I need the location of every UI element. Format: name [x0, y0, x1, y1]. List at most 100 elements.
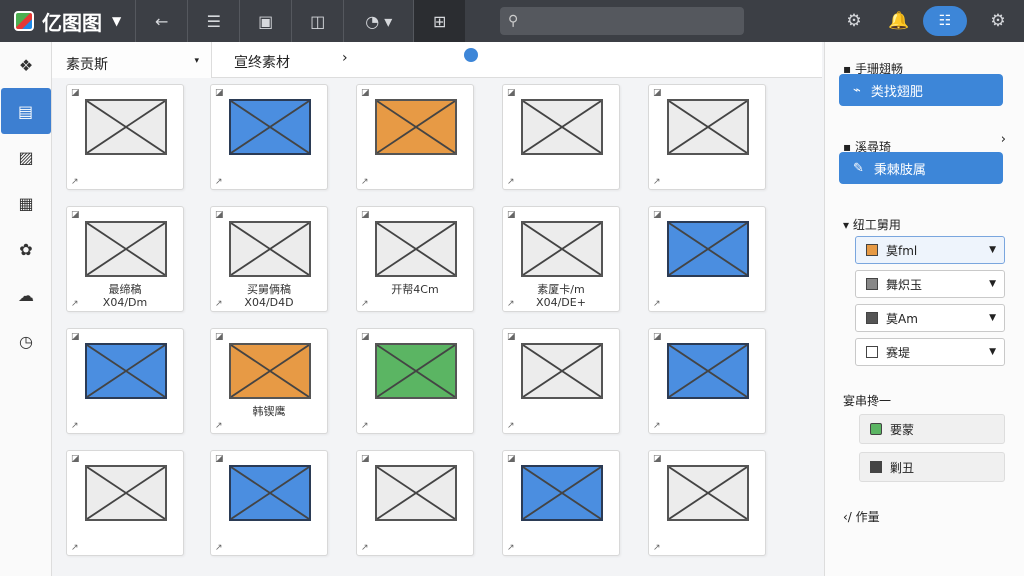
info-icon[interactable] — [464, 48, 478, 62]
template-card[interactable]: ◪ 买舅俩稿 X04/D4D ↗ — [210, 206, 328, 312]
open-icon: ↗ — [215, 299, 223, 309]
open-icon: ↗ — [361, 299, 369, 309]
bookmark-icon: ◪ — [71, 210, 80, 220]
app-title: 亿图图 — [42, 10, 102, 35]
search-input[interactable] — [524, 13, 725, 29]
open-icon: ↗ — [653, 543, 661, 553]
page-button[interactable]: ▣ — [239, 0, 291, 42]
wireframe-placeholder-icon — [85, 343, 167, 399]
wireframe-placeholder-icon — [667, 465, 749, 521]
gear-icon[interactable]: ⚙ — [841, 8, 867, 34]
bookmark-icon: ◪ — [653, 210, 662, 220]
open-icon: ↗ — [507, 299, 515, 309]
open-icon: ↗ — [653, 421, 661, 431]
object-1-label: 要蒙 — [890, 422, 915, 437]
style-dropdown-2[interactable]: 舞炽玉 ▼ — [855, 270, 1005, 298]
sidebar-item-comments[interactable]: ☁ — [0, 272, 52, 318]
template-grid: ◪ ↗ ◪ ↗ ◪ ↗ ◪ ↗ ◪ ↗ ◪ 最缔稿 X04/Dm ↗ ◪ 买舅俩稿 X04/D4D ↗ ◪ 开帮4Cm… — [60, 78, 825, 576]
open-icon: ↗ — [71, 543, 79, 553]
template-card[interactable]: ◪ ↗ — [66, 450, 184, 556]
template-card[interactable]: ◪ ↗ — [356, 328, 474, 434]
template-card[interactable]: ◪ ↗ — [648, 450, 766, 556]
sidebar-item-history[interactable]: ◷ — [0, 318, 52, 364]
chevron-right-icon[interactable]: › — [342, 50, 348, 66]
sidebar-item-library[interactable]: ▤ — [0, 88, 51, 134]
arrow-left-icon: ← — [155, 11, 169, 31]
template-card[interactable]: ◪ ↗ — [648, 328, 766, 434]
wireframe-placeholder-icon — [375, 343, 457, 399]
template-card[interactable]: ◪ ↗ — [356, 84, 474, 190]
dropdown-3-value: 莫Am — [886, 311, 918, 326]
section-4-label: 宴串搀一 — [843, 394, 892, 408]
back-button[interactable]: ← — [135, 0, 187, 42]
bookmark-icon: ◪ — [71, 454, 80, 464]
edit-button[interactable]: ✎ 秉棘肢属 — [839, 152, 1003, 184]
caret-down-icon: ▼ — [989, 313, 996, 323]
template-card[interactable]: ◪ ↗ — [502, 450, 620, 556]
template-card[interactable]: ◪ 开帮4Cm ↗ — [356, 206, 474, 312]
chart-icon: ▦ — [18, 193, 34, 213]
template-card[interactable]: ◪ ↗ — [66, 84, 184, 190]
template-card[interactable]: ◪ 最缔稿 X04/Dm ↗ — [66, 206, 184, 312]
sidebar-item-charts[interactable]: ▦ — [0, 180, 52, 226]
chevron-down-icon[interactable]: ▾ — [194, 56, 199, 66]
settings-icon[interactable]: ⚙ — [985, 8, 1011, 34]
library-icon: ▤ — [17, 101, 34, 121]
bookmark-icon: ◪ — [71, 88, 80, 98]
swatch-icon — [866, 244, 878, 256]
wireframe-placeholder-icon — [667, 99, 749, 155]
right-panel: ▪ 手珊翅畅 ⌁ 类找翅肥 ▪ 溪尋琦 › ✎ 秉棘肢属 ▾ 纽工舅用 莫fml ▼ … — [824, 42, 1024, 576]
style-dropdown-1[interactable]: 莫fml ▼ — [855, 236, 1005, 264]
object-item-2[interactable]: 剿丑 — [859, 452, 1005, 482]
find-button[interactable]: ⌁ 类找翅肥 — [839, 74, 1003, 106]
bookmark-icon: ◪ — [215, 210, 224, 220]
search-box[interactable]: ⚲ — [500, 7, 744, 35]
template-card[interactable]: ◪ ↗ — [648, 206, 766, 312]
sidebar-item-shapes[interactable]: ❖ — [0, 42, 52, 88]
bookmark-icon: ◪ — [507, 88, 516, 98]
template-card[interactable]: ◪ ↗ — [66, 328, 184, 434]
template-card[interactable]: ◪ ↗ — [210, 84, 328, 190]
style-dropdown-4[interactable]: 赛堤 ▼ — [855, 338, 1005, 366]
style-dropdown-3[interactable]: 莫Am ▼ — [855, 304, 1005, 332]
wireframe-placeholder-icon — [229, 465, 311, 521]
template-card[interactable]: ◪ ↗ — [210, 450, 328, 556]
sidebar-item-palette[interactable]: ✿ — [0, 226, 52, 272]
image-icon: ▨ — [18, 147, 34, 167]
chevron-right-icon[interactable]: › — [1001, 132, 1006, 147]
caret-down-icon: ▼ — [989, 245, 996, 255]
page-icon: ▣ — [258, 11, 274, 31]
template-card[interactable]: ◪ ↗ — [648, 84, 766, 190]
wireframe-placeholder-icon — [667, 221, 749, 277]
tab-library[interactable]: 素贡斯 ▾ — [52, 42, 212, 78]
template-card[interactable]: ◪ ↗ — [502, 84, 620, 190]
template-card[interactable]: ◪ 素厦卡/m X04/DE+ ↗ — [502, 206, 620, 312]
chevron-down-icon[interactable]: ▼ — [112, 14, 121, 28]
wireframe-placeholder-icon — [229, 343, 311, 399]
tab-materials[interactable]: 宣终素材 — [234, 52, 290, 72]
template-card-label: 最缔稿 X04/Dm — [102, 283, 148, 309]
swatch-icon — [866, 278, 878, 290]
wireframe-placeholder-icon — [229, 99, 311, 155]
find-button-label: 类找翅肥 — [870, 84, 923, 100]
image-button[interactable]: ◫ — [291, 0, 343, 42]
template-card[interactable]: ◪ ↗ — [502, 328, 620, 434]
list-button[interactable]: ☰ — [187, 0, 239, 42]
search-icon: ⚲ — [508, 13, 519, 29]
template-card[interactable]: ◪ 韩锲鹰 ↗ — [210, 328, 328, 434]
shape-button[interactable]: ◔ ▾ — [343, 0, 413, 42]
open-icon: ↗ — [653, 177, 661, 187]
section-5-label: 作量 — [855, 510, 880, 524]
object-item-1[interactable]: 要蒙 — [859, 414, 1005, 444]
menu-toggle-button[interactable]: ☷ — [923, 6, 967, 36]
panel-header: 素贡斯 ▾ 宣终素材 › — [52, 42, 822, 78]
grid-button[interactable]: ⊞ — [413, 0, 466, 42]
bookmark-icon: ◪ — [361, 88, 370, 98]
bookmark-icon: ◪ — [361, 454, 370, 464]
bell-icon[interactable]: 🔔 — [886, 8, 912, 34]
wireframe-placeholder-icon — [229, 221, 311, 277]
swatch-icon — [866, 312, 878, 324]
template-card[interactable]: ◪ ↗ — [356, 450, 474, 556]
bookmark-icon: ◪ — [361, 332, 370, 342]
sidebar-item-images[interactable]: ▨ — [0, 134, 52, 180]
